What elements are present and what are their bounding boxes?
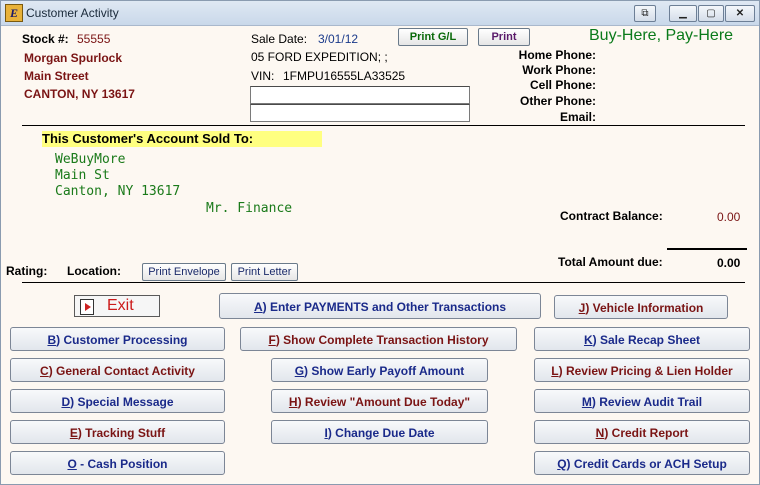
print-gl-button[interactable]: Print G/L	[398, 28, 468, 46]
button-label: ) Enter PAYMENTS and Other Transactions	[262, 300, 507, 314]
button-label: ) Customer Processing	[56, 333, 188, 347]
close-button[interactable]: ✕	[725, 5, 755, 22]
button-label: ) Review Pricing & Lien Holder	[558, 364, 733, 378]
audit-trail-button[interactable]: M) Review Audit Trail	[534, 389, 750, 413]
hotkey: C	[40, 364, 49, 378]
hotkey: K	[583, 333, 593, 347]
customer-activity-window: E Customer Activity ⧉ ▁ ▢ ✕ Stock #: 555…	[0, 0, 760, 485]
customer-name: Morgan Spurlock	[24, 51, 123, 65]
minimize-button[interactable]: ▁	[669, 5, 697, 22]
email-label: Email:	[559, 110, 596, 124]
rating-label: Rating:	[6, 264, 48, 278]
button-label: ) Show Complete Transaction History	[275, 333, 489, 347]
window-title: Customer Activity	[26, 6, 119, 20]
change-due-date-button[interactable]: I) Change Due Date	[271, 420, 488, 444]
button-label: ) Tracking Stuff	[77, 426, 166, 440]
hotkey: O	[67, 457, 77, 471]
divider-top	[22, 125, 745, 126]
exit-label: Exit	[107, 297, 134, 314]
button-label: ) Vehicle Information	[585, 301, 704, 315]
hotkey: Q	[557, 457, 567, 471]
stock-label: Stock #:	[22, 32, 69, 46]
button-label: ) Special Message	[70, 395, 174, 409]
button-label: ) Sale Recap Sheet	[592, 333, 701, 347]
sold-to-city: Canton, NY 13617	[55, 184, 181, 199]
vehicle-information-button[interactable]: J) Vehicle Information	[554, 295, 728, 319]
vin-value: 1FMPU16555LA33525	[283, 69, 406, 83]
stock-number: 55555	[77, 32, 111, 46]
hotkey: F	[268, 333, 276, 347]
maximize-button[interactable]: ▢	[698, 5, 724, 22]
hotkey: M	[581, 395, 592, 409]
credit-report-button[interactable]: N) Credit Report	[534, 420, 750, 444]
vehicle-description: 05 FORD EXPEDITION; ;	[251, 50, 388, 64]
home-phone-label: Home Phone:	[518, 48, 596, 62]
sale-recap-button[interactable]: K) Sale Recap Sheet	[534, 327, 750, 351]
credit-cards-ach-button[interactable]: Q) Credit Cards or ACH Setup	[534, 451, 750, 475]
title-bar[interactable]: E Customer Activity ⧉ ▁ ▢ ✕	[1, 1, 759, 26]
exit-button[interactable]: Exit	[74, 295, 160, 317]
button-label: ) Review Audit Trail	[591, 395, 703, 409]
hotkey: B	[47, 333, 57, 347]
customer-processing-button[interactable]: B) Customer Processing	[10, 327, 225, 351]
button-label: - Cash Position	[76, 457, 168, 471]
exit-door-icon	[80, 299, 94, 315]
button-label: ) Review "Amount Due Today"	[297, 395, 471, 409]
contract-balance-label: Contract Balance:	[560, 209, 663, 223]
cell-phone-label: Cell Phone:	[529, 78, 596, 92]
special-message-button[interactable]: D) Special Message	[10, 389, 225, 413]
pricing-lien-holder-button[interactable]: L) Review Pricing & Lien Holder	[534, 358, 750, 382]
app-icon[interactable]: E	[5, 4, 23, 22]
divider-bottom	[22, 282, 745, 283]
location-label: Location:	[67, 264, 121, 278]
total-underline	[667, 248, 747, 250]
button-label: ) Show Early Payoff Amount	[304, 364, 465, 378]
work-phone-label: Work Phone:	[522, 63, 596, 77]
restore-icon[interactable]: ⧉	[634, 5, 656, 22]
hotkey: L	[551, 364, 559, 378]
transaction-history-button[interactable]: F) Show Complete Transaction History	[240, 327, 517, 351]
sold-to-heading: This Customer's Account Sold To:	[42, 131, 322, 147]
contract-balance-value: 0.00	[717, 210, 741, 224]
brand-text: Buy-Here, Pay-Here	[589, 27, 734, 44]
sold-to-name: WeBuyMore	[55, 152, 126, 167]
print-button[interactable]: Print	[478, 28, 530, 46]
button-label: ) Credit Report	[604, 426, 689, 440]
customer-street: Main Street	[24, 69, 89, 83]
sold-to-contact: Mr. Finance	[206, 201, 293, 216]
tracking-stuff-button[interactable]: E) Tracking Stuff	[10, 420, 225, 444]
button-label: ) Credit Cards or ACH Setup	[566, 457, 727, 471]
sale-date: 3/01/12	[318, 32, 359, 46]
print-letter-button[interactable]: Print Letter	[231, 263, 298, 281]
early-payoff-button[interactable]: G) Show Early Payoff Amount	[271, 358, 488, 382]
vin-label: VIN:	[251, 69, 275, 83]
button-label: ) Change Due Date	[327, 426, 435, 440]
other-phone-label: Other Phone:	[519, 94, 596, 108]
print-envelope-button[interactable]: Print Envelope	[142, 263, 226, 281]
hotkey: A	[253, 300, 263, 314]
hotkey: G	[294, 364, 305, 378]
customer-city: CANTON, NY 13617	[24, 87, 135, 101]
total-due-value: 0.00	[717, 256, 741, 270]
hotkey: D	[61, 395, 71, 409]
amount-due-today-button[interactable]: H) Review "Amount Due Today"	[271, 389, 488, 413]
hotkey: E	[69, 426, 78, 440]
hotkey: H	[288, 395, 298, 409]
sold-to-street: Main St	[55, 168, 110, 183]
general-contact-activity-button[interactable]: C) General Contact Activity	[10, 358, 225, 382]
cash-position-button[interactable]: O - Cash Position	[10, 451, 225, 475]
enter-payments-button[interactable]: A) Enter PAYMENTS and Other Transactions	[219, 293, 541, 319]
info-field-1[interactable]	[250, 86, 470, 104]
button-label: ) General Contact Activity	[48, 364, 195, 378]
total-due-label: Total Amount due:	[558, 255, 663, 269]
sale-date-label: Sale Date:	[251, 32, 308, 46]
info-field-2[interactable]	[250, 104, 470, 122]
